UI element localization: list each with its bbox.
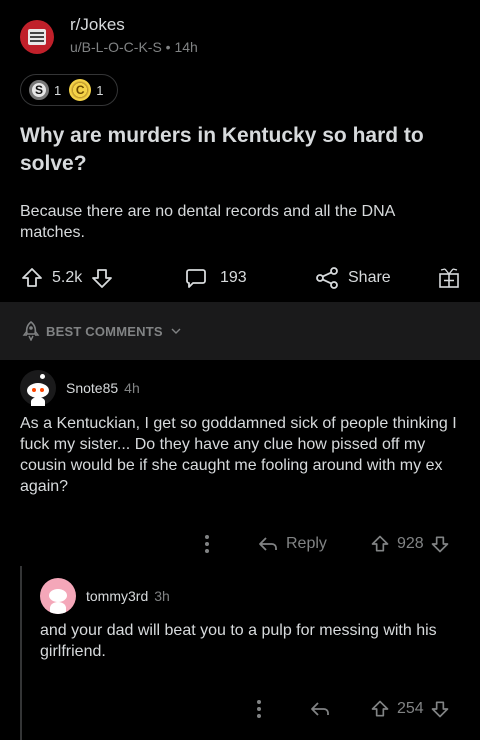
award-count: 1 [96, 82, 104, 98]
share-icon [316, 267, 338, 289]
reply-button[interactable]: Reply [258, 535, 327, 553]
share-button[interactable]: Share [314, 256, 391, 300]
downvote-icon[interactable] [90, 266, 114, 290]
post-author-line[interactable]: u/B-L-O-C-K-S • 14h [70, 39, 198, 55]
comment-header: Snote85 4h [20, 370, 140, 406]
upvote-icon[interactable] [20, 266, 44, 290]
post-score: 5.2k [52, 269, 83, 286]
post-meta: r/Jokes u/B-L-O-C-K-S • 14h [70, 14, 198, 55]
comment-sort-bar[interactable]: BEST COMMENTS [0, 302, 480, 360]
subreddit-name[interactable]: r/Jokes [70, 14, 198, 36]
comment-header: tommy3rd 3h [40, 578, 170, 614]
share-label: Share [348, 269, 391, 286]
comment-score: 928 [397, 535, 424, 552]
upvote-icon[interactable] [370, 699, 390, 719]
comment-author[interactable]: Snote85 [66, 380, 118, 396]
comment-vote-group: 928 [370, 534, 450, 554]
silver-award-icon: S [29, 80, 49, 100]
comment-icon [186, 269, 206, 288]
reply-label: Reply [286, 535, 327, 552]
comment-action-bar: Reply 928 [0, 529, 480, 559]
subreddit-avatar-icon[interactable] [20, 20, 54, 54]
downvote-icon[interactable] [430, 534, 450, 554]
award-count: 1 [54, 82, 62, 98]
comment-author[interactable]: tommy3rd [86, 588, 148, 604]
rocket-icon [22, 321, 40, 341]
comment-text: As a Kentuckian, I get so goddamned sick… [20, 415, 457, 495]
avatar[interactable] [20, 370, 56, 406]
comment-text: and your dad will beat you to a pulp for… [40, 622, 437, 660]
avatar[interactable] [40, 578, 76, 614]
sort-label: BEST COMMENTS [46, 323, 163, 339]
more-options-icon[interactable] [204, 534, 210, 554]
award-button[interactable] [437, 256, 461, 300]
chevron-down-icon [171, 328, 181, 334]
reply-icon [259, 537, 277, 551]
comment-age: 4h [124, 380, 140, 396]
reply-icon[interactable] [310, 700, 330, 718]
comment-age: 3h [154, 588, 170, 604]
comment-score: 254 [397, 700, 424, 717]
comments-button[interactable]: 193 [184, 256, 247, 300]
comment-action-bar: 254 [0, 694, 480, 724]
upvote-icon[interactable] [370, 534, 390, 554]
comment-count: 193 [220, 269, 247, 286]
gift-icon [439, 268, 459, 288]
gold-award-icon: C [69, 79, 92, 101]
post-title: Why are murders in Kentucky so hard to s… [20, 124, 424, 175]
more-options-icon[interactable] [256, 699, 262, 719]
comment-vote-group: 254 [370, 699, 450, 719]
downvote-icon[interactable] [430, 699, 450, 719]
vote-group: 5.2k [20, 256, 114, 300]
post-action-bar: 5.2k 193 Share [0, 256, 480, 300]
awards-pill[interactable]: S 1 C 1 [20, 74, 118, 106]
post-body: Because there are no dental records and … [20, 203, 395, 241]
post-header: r/Jokes u/B-L-O-C-K-S • 14h [20, 14, 198, 55]
